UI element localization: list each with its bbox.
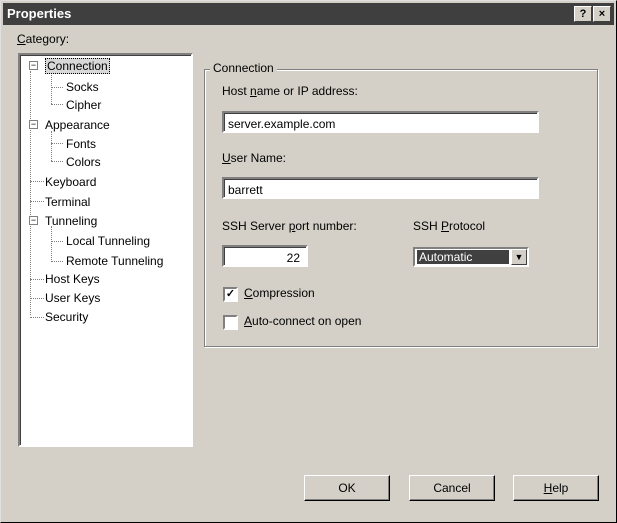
tree-item-socks[interactable]: Socks [66, 79, 99, 95]
tree-item-colors[interactable]: Colors [66, 154, 101, 170]
port-label: SSH Server port number: [222, 219, 357, 233]
category-tree[interactable]: − Connection Socks Cipher − Appearance F… [18, 53, 193, 447]
tree-item-keyboard[interactable]: Keyboard [45, 174, 96, 190]
tree-item-user-keys[interactable]: User Keys [45, 290, 100, 306]
port-input[interactable]: 22 [222, 245, 308, 267]
host-label: Host name or IP address: [222, 84, 358, 98]
tree-guide [51, 161, 63, 162]
protocol-select[interactable]: Automatic ▼ [413, 247, 529, 267]
ok-button[interactable]: OK [304, 475, 390, 501]
tree-guide [51, 87, 63, 88]
category-label: Category: [17, 32, 70, 46]
checkbox-box[interactable] [223, 315, 238, 330]
properties-dialog: Properties ? × Category: − Connection So… [0, 0, 617, 523]
auto-connect-label: Auto-connect on open [244, 314, 362, 328]
tree-guide [51, 72, 52, 104]
auto-connect-checkbox[interactable]: Auto-connect on open [223, 314, 393, 330]
title-bar[interactable]: Properties ? × [3, 3, 614, 25]
cancel-button[interactable]: Cancel [409, 475, 495, 501]
tree-item-local-tunneling[interactable]: Local Tunneling [66, 233, 150, 249]
tree-guide [30, 181, 44, 182]
tree-guide [30, 317, 44, 318]
tree-item-security[interactable]: Security [45, 309, 88, 325]
tree-item-appearance[interactable]: − Appearance [29, 117, 110, 133]
host-input[interactable]: server.example.com [222, 111, 539, 133]
window-title: Properties [7, 6, 72, 21]
tree-guide [51, 104, 63, 105]
tree-guide [51, 226, 52, 262]
close-icon[interactable]: × [593, 6, 611, 22]
tree-item-host-keys[interactable]: Host Keys [45, 271, 100, 287]
tree-item-terminal[interactable]: Terminal [45, 194, 90, 210]
tree-guide [51, 131, 52, 161]
connection-group-title: Connection [210, 61, 277, 75]
collapse-icon[interactable]: − [29, 61, 38, 70]
tree-item-fonts[interactable]: Fonts [66, 136, 96, 152]
tree-guide [51, 241, 63, 242]
help-icon[interactable]: ? [574, 6, 592, 22]
user-name-input[interactable]: barrett [222, 177, 539, 199]
tree-item-connection[interactable]: − Connection [29, 58, 110, 74]
compression-checkbox[interactable]: ✓ Compression [223, 286, 363, 302]
collapse-icon[interactable]: − [29, 216, 38, 225]
tree-item-cipher[interactable]: Cipher [66, 97, 101, 113]
help-button[interactable]: Help [513, 475, 599, 501]
compression-label: Compression [244, 286, 315, 300]
tree-guide [51, 261, 63, 262]
tree-guide [30, 279, 44, 280]
protocol-selected-value: Automatic [417, 250, 509, 264]
checkbox-box[interactable]: ✓ [223, 287, 238, 302]
tree-item-remote-tunneling[interactable]: Remote Tunneling [66, 253, 163, 269]
collapse-icon[interactable]: − [29, 120, 38, 129]
protocol-label: SSH Protocol [413, 219, 486, 233]
user-name-label: User Name: [222, 151, 287, 165]
tree-guide [30, 201, 44, 202]
tree-guide [51, 143, 63, 144]
tree-item-tunneling[interactable]: − Tunneling [29, 213, 97, 229]
chevron-down-icon[interactable]: ▼ [511, 249, 527, 265]
tree-guide [30, 298, 44, 299]
